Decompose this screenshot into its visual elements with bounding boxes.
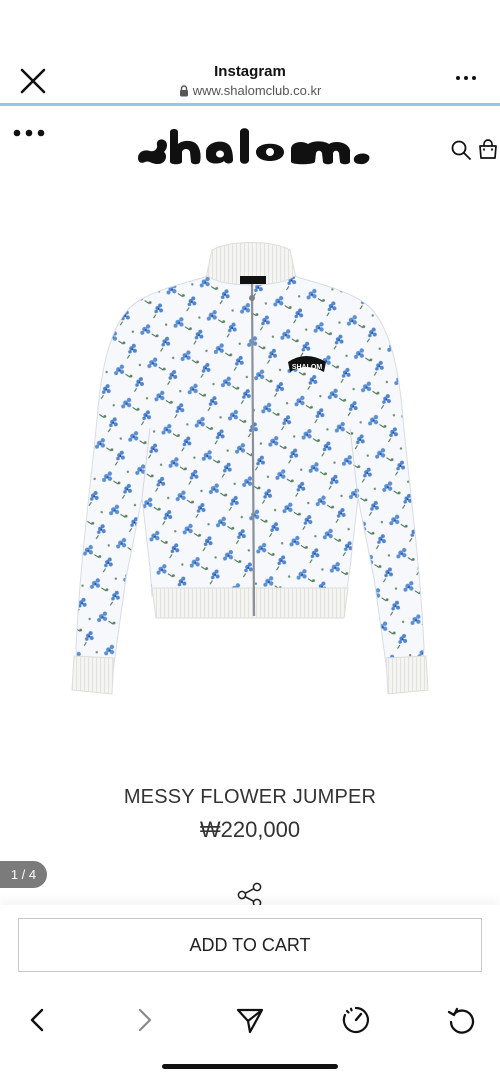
product-image[interactable]: SHALOM 1 / 4 — [0, 178, 500, 888]
site-logo[interactable] — [136, 122, 372, 166]
refresh-icon[interactable] — [446, 1004, 478, 1036]
forward-arrow-icon[interactable] — [128, 1004, 160, 1036]
browser-header: Instagram www.shalomclub.co.kr — [0, 0, 500, 106]
chest-logo-text: SHALOM — [292, 364, 323, 371]
lock-icon — [179, 85, 188, 97]
search-icon[interactable] — [450, 139, 472, 161]
more-dots-icon[interactable] — [454, 68, 478, 88]
site-header — [0, 106, 500, 178]
shopping-bag-icon[interactable] — [477, 138, 499, 160]
home-indicator[interactable] — [162, 1064, 338, 1069]
send-icon[interactable] — [234, 1004, 266, 1036]
browser-toolbar — [0, 990, 500, 1050]
product-price: ₩220,000 — [199, 817, 301, 842]
image-counter: 1 / 4 — [0, 861, 47, 888]
product-name: MESSY FLOWER JUMPER — [123, 786, 377, 808]
back-arrow-icon[interactable] — [22, 1004, 54, 1036]
jacket-illustration: SHALOM — [71, 242, 429, 695]
menu-dots-icon[interactable] — [12, 124, 46, 142]
add-to-cart-button[interactable]: ADD TO CART — [18, 918, 482, 972]
speed-gauge-icon[interactable] — [340, 1004, 372, 1036]
url-text: www.shalomclub.co.kr — [192, 83, 322, 98]
cart-bar: ADD TO CART — [0, 905, 500, 985]
browser-url[interactable]: www.shalomclub.co.kr — [0, 83, 500, 98]
browser-title: Instagram — [214, 63, 286, 80]
